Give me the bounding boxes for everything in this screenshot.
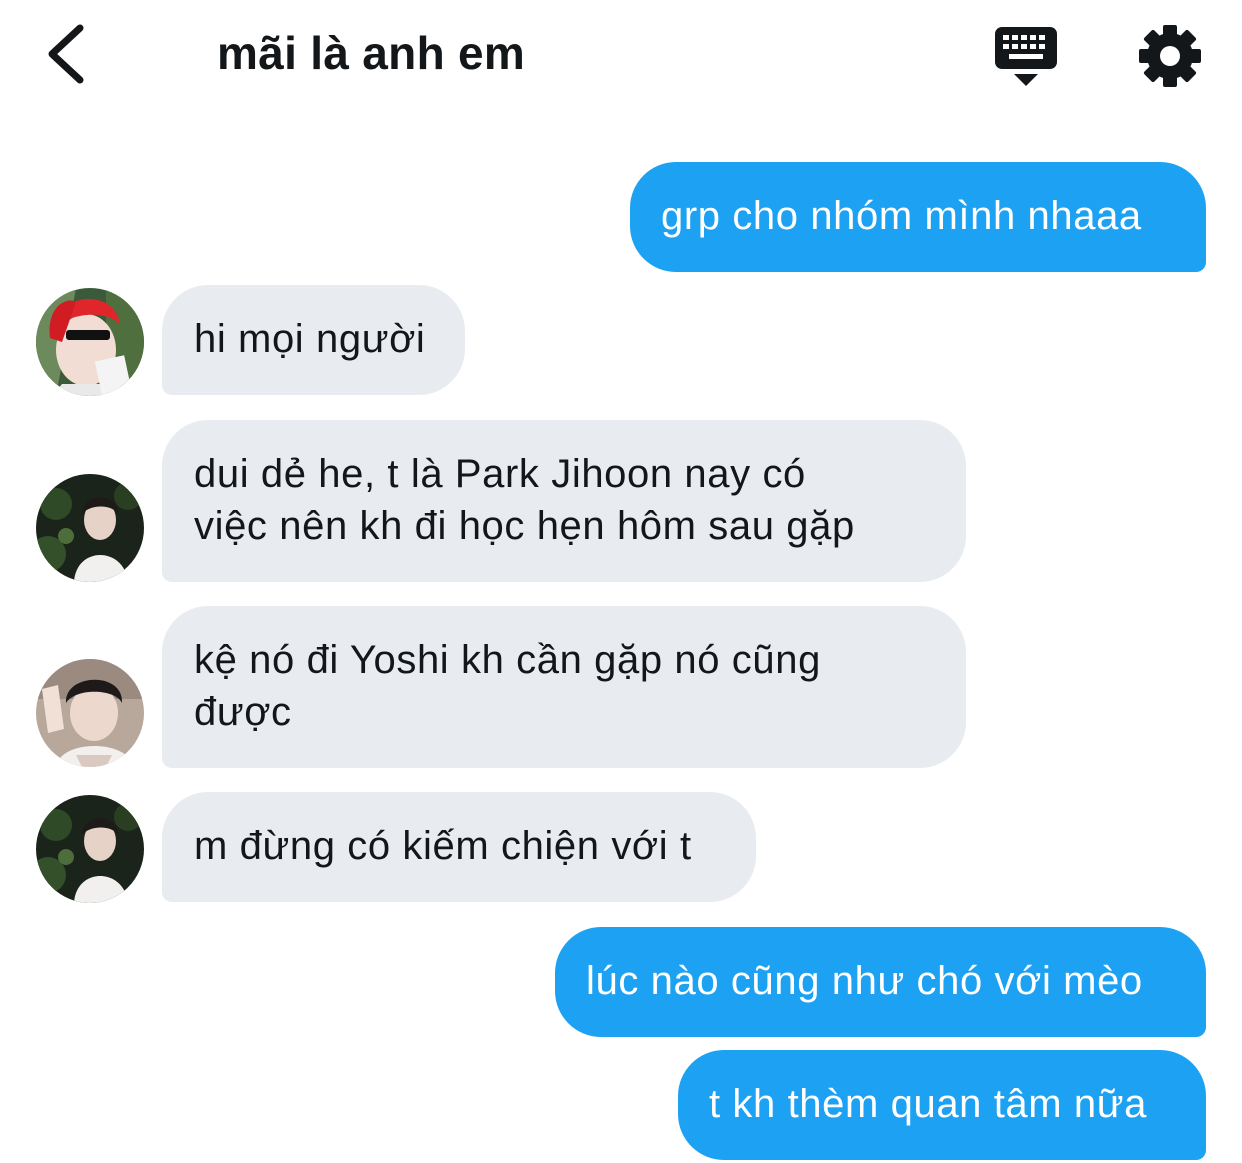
- message-text: dui dẻ he, t là Park Jihoon nay có: [194, 452, 806, 496]
- message-text: t kh thèm quan tâm nữa: [709, 1082, 1147, 1126]
- incoming-message-bubble[interactable]: kệ nó đi Yoshi kh cần gặp nó cũng được: [162, 606, 966, 768]
- avatar[interactable]: [36, 659, 144, 767]
- keyboard-toggle-button[interactable]: [990, 24, 1062, 90]
- incoming-message-bubble[interactable]: hi mọi người: [162, 285, 465, 395]
- message-text: được: [194, 690, 292, 734]
- avatar[interactable]: [36, 288, 144, 396]
- incoming-message-bubble[interactable]: dui dẻ he, t là Park Jihoon nay có việc …: [162, 420, 966, 582]
- message-text: hi mọi người: [194, 317, 426, 361]
- message-text: grp cho nhóm mình nhaaa: [661, 194, 1142, 238]
- outgoing-message-bubble[interactable]: lúc nào cũng như chó với mèo: [555, 927, 1206, 1037]
- gear-icon: [1139, 25, 1201, 87]
- avatar-red-hair-image: [36, 288, 144, 396]
- chat-header: mãi là anh em: [0, 0, 1242, 115]
- outgoing-message-bubble[interactable]: grp cho nhóm mình nhaaa: [630, 162, 1206, 272]
- message-text: kệ nó đi Yoshi kh cần gặp nó cũng: [194, 638, 821, 682]
- chevron-left-icon: [48, 24, 84, 84]
- back-button[interactable]: [38, 22, 98, 86]
- avatar-dark-forest-image: [36, 795, 144, 903]
- avatar[interactable]: [36, 474, 144, 582]
- incoming-message-bubble[interactable]: m đừng có kiếm chiện với t: [162, 792, 756, 902]
- avatar-dark-forest-image: [36, 474, 144, 582]
- avatar[interactable]: [36, 795, 144, 903]
- message-text: lúc nào cũng như chó với mèo: [586, 959, 1143, 1003]
- conversation-title[interactable]: mãi là anh em: [217, 26, 525, 80]
- outgoing-message-bubble[interactable]: t kh thèm quan tâm nữa: [678, 1050, 1206, 1160]
- message-text: việc nên kh đi học hẹn hôm sau gặp: [194, 504, 855, 548]
- message-text: m đừng có kiếm chiện với t: [194, 824, 692, 868]
- keyboard-icon: [995, 27, 1057, 86]
- avatar-selfie-image: [36, 659, 144, 767]
- settings-button[interactable]: [1136, 22, 1204, 90]
